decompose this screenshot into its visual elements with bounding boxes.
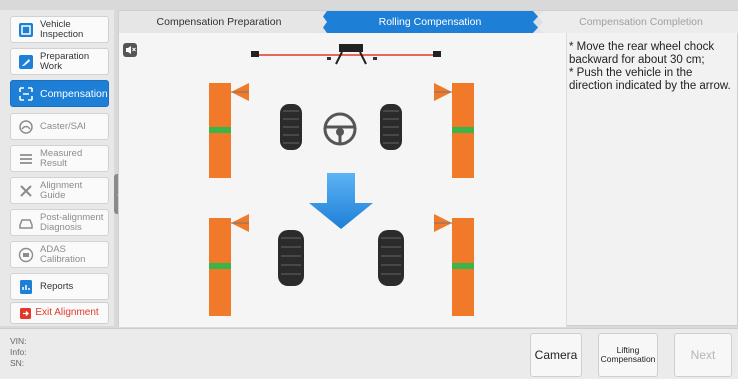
vehicle-info: VIN: Info: SN: — [10, 336, 27, 369]
sidebar-item-label: Compensation — [40, 87, 108, 100]
rear-right-target — [434, 214, 474, 316]
sidebar-item-post-alignment-diagnosis[interactable]: Post-alignment Diagnosis — [10, 209, 109, 236]
rear-right-wheel — [378, 230, 404, 286]
front-left-wheel — [280, 104, 302, 150]
instruction-line: * Push the vehicle in the direction indi… — [569, 67, 731, 92]
step-compensation-completion: Compensation Completion — [579, 16, 703, 28]
post-alignment-icon — [18, 215, 34, 231]
sidebar-item-preparation-work[interactable]: Preparation Work — [10, 48, 109, 75]
measured-result-icon — [18, 151, 34, 167]
sidebar-item-label: Reports — [40, 280, 74, 292]
preparation-icon — [18, 54, 34, 70]
push-direction-arrow-icon — [309, 173, 373, 229]
sn-label: SN: — [10, 358, 25, 368]
sidebar-item-reports[interactable]: Reports — [10, 273, 109, 300]
next-button[interactable]: Next — [674, 333, 732, 377]
sidebar-item-label: Vehicle Inspection — [40, 18, 84, 40]
rear-left-wheel — [278, 230, 304, 286]
sidebar-item-compensation[interactable]: Compensation — [10, 80, 109, 107]
sidebar-item-label: Measured Result — [40, 147, 83, 169]
instructions-text: * Move the rear wheel chock backward for… — [569, 41, 734, 93]
camera-button[interactable]: Camera — [530, 333, 582, 377]
vin-label: VIN: — [10, 336, 27, 346]
info-label: Info: — [10, 347, 27, 357]
exit-icon — [20, 307, 32, 319]
vehicle-inspection-icon — [18, 22, 34, 38]
front-right-wheel — [380, 104, 402, 150]
rear-left-target — [209, 214, 249, 316]
exit-alignment-label: Exit Alignment — [35, 307, 99, 318]
sidebar-item-label: ADAS Calibration — [40, 243, 86, 265]
front-left-target — [209, 83, 249, 178]
sidebar-item-caster-sai[interactable]: Caster/SAI — [10, 113, 109, 140]
compensation-icon — [18, 86, 34, 102]
sidebar-item-label: Post-alignment Diagnosis — [40, 211, 104, 233]
sidebar-item-vehicle-inspection[interactable]: Vehicle Inspection — [10, 16, 109, 43]
bottom-bar: VIN: Info: SN: Camera Lifting Compensati… — [0, 328, 738, 379]
instruction-line: * Move the rear wheel chock backward for… — [569, 41, 715, 66]
step-progress-bar: Compensation Preparation Rolling Compens… — [119, 11, 738, 33]
front-right-target — [434, 83, 474, 178]
sidebar-item-alignment-guide[interactable]: Alignment Guide — [10, 177, 109, 204]
main-panel: Compensation Preparation Rolling Compens… — [118, 10, 738, 327]
camera-beam — [251, 44, 441, 65]
sidebar-item-measured-result[interactable]: Measured Result — [10, 145, 109, 172]
reports-icon — [18, 279, 34, 295]
adas-icon — [18, 247, 34, 263]
sidebar-item-adas-calibration[interactable]: ADAS Calibration — [10, 241, 109, 268]
lifting-compensation-button[interactable]: Lifting Compensation — [598, 333, 658, 377]
compensation-diagram — [119, 33, 567, 327]
exit-alignment-button[interactable]: Exit Alignment — [10, 302, 109, 324]
sidebar: Vehicle Inspection Preparation Work Comp… — [0, 10, 114, 326]
step-compensation-preparation: Compensation Preparation — [156, 16, 282, 28]
sidebar-item-label: Preparation Work — [40, 50, 90, 72]
sidebar-item-label: Caster/SAI — [40, 120, 86, 132]
steering-wheel-icon — [323, 112, 357, 146]
sidebar-item-label: Alignment Guide — [40, 179, 83, 201]
caster-icon — [18, 119, 34, 135]
alignment-guide-icon — [18, 183, 34, 199]
speaker-mute-icon[interactable] — [123, 43, 137, 57]
step-rolling-compensation: Rolling Compensation — [378, 16, 482, 28]
